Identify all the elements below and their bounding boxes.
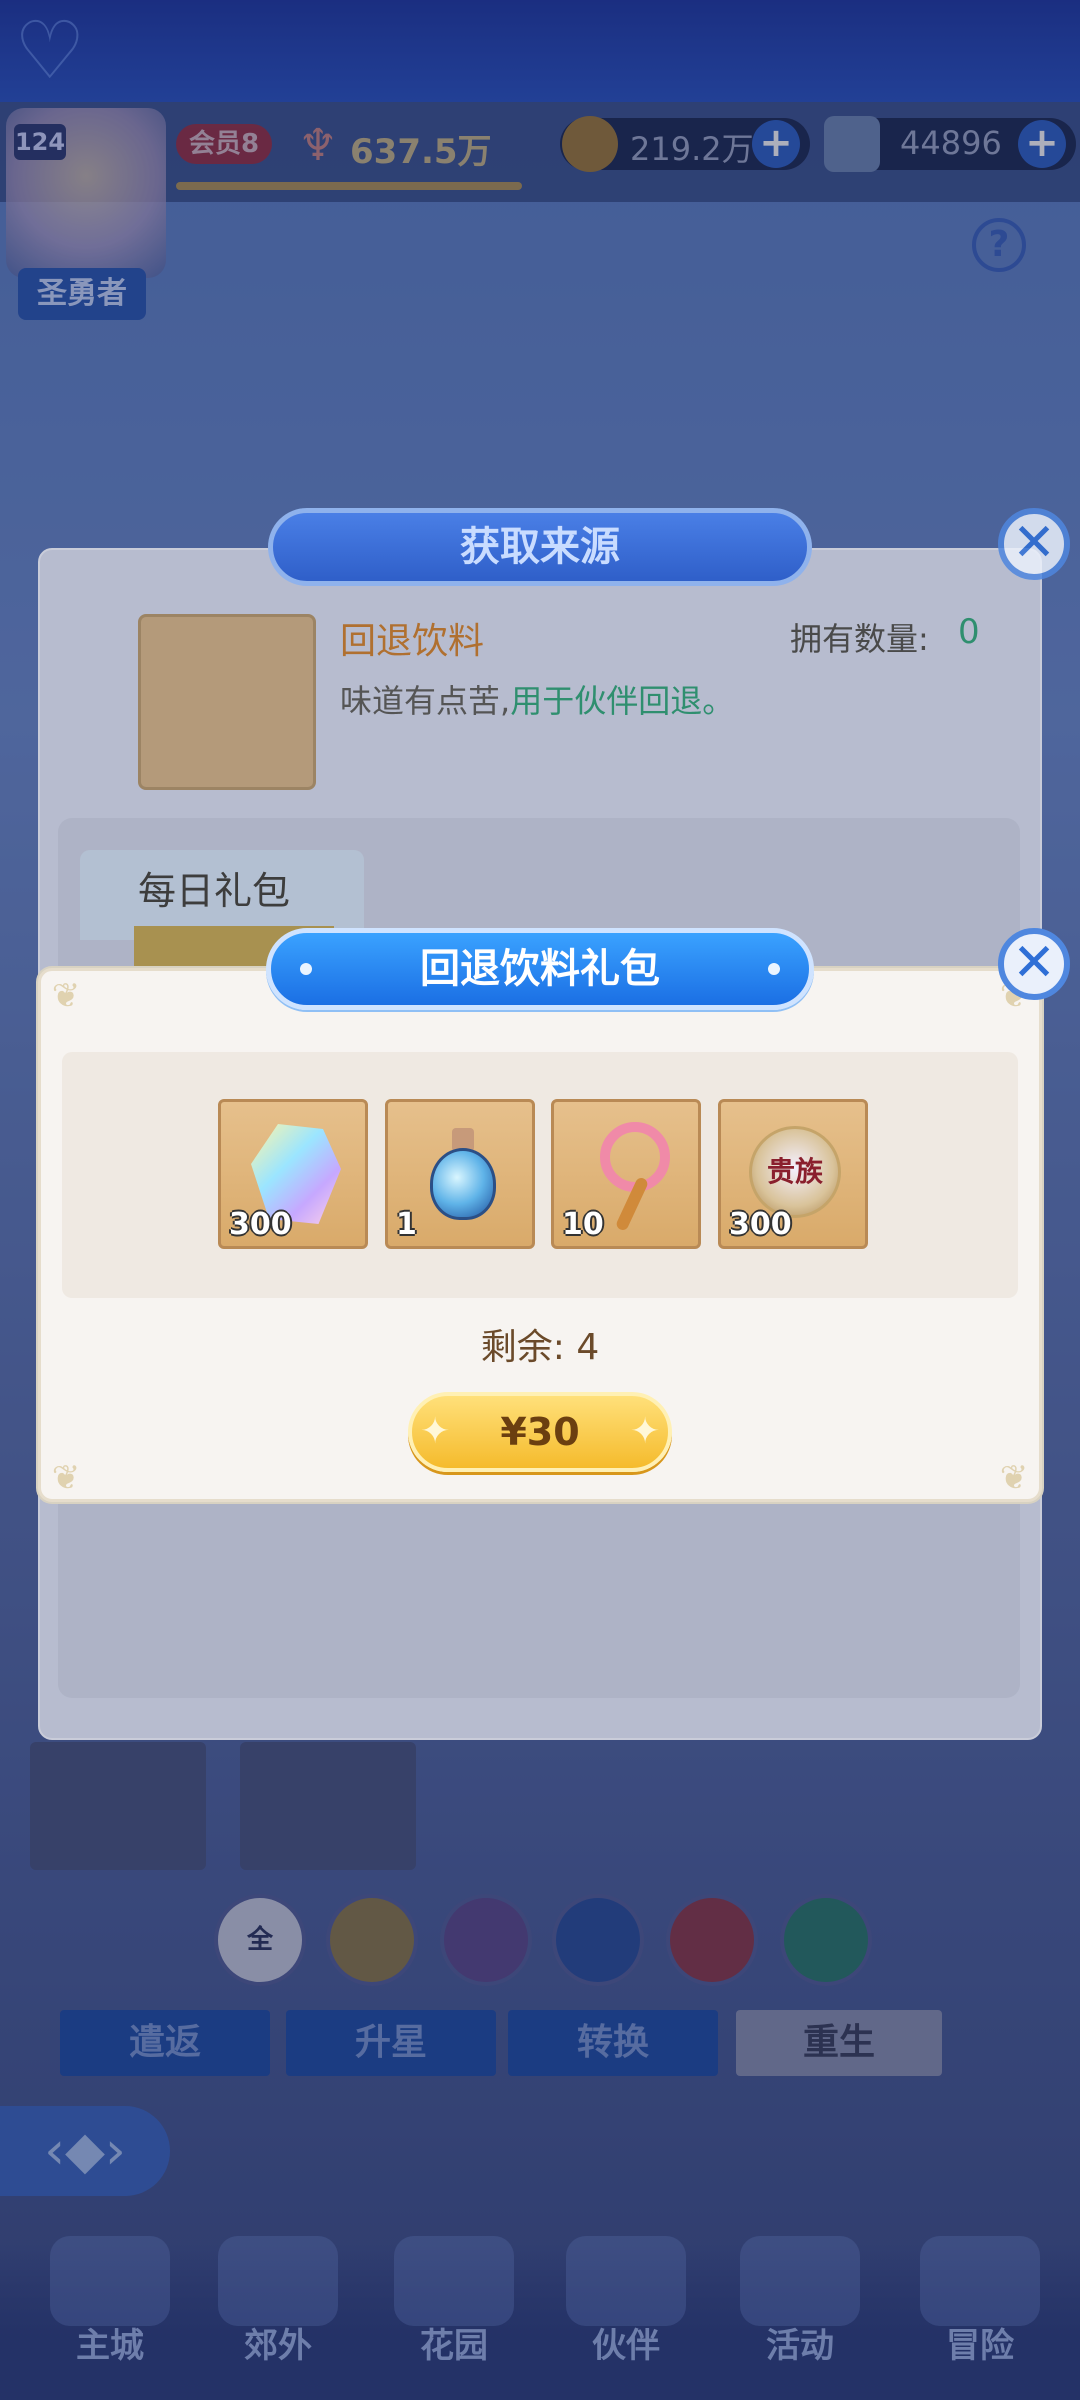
gift-dialog-title: 回退饮料礼包 bbox=[420, 946, 660, 992]
owned-count-value: 0 bbox=[958, 612, 980, 652]
gift-dialog-close-button[interactable]: ✕ bbox=[998, 928, 1070, 1000]
owned-count-label: 拥有数量: bbox=[790, 620, 929, 658]
corner-ornament-icon: ❦ bbox=[999, 1458, 1029, 1498]
buy-price-label[interactable]: ¥30 bbox=[408, 1392, 672, 1472]
reward-quantity: 10 bbox=[562, 1207, 604, 1242]
reward-item-wand[interactable]: 10 bbox=[551, 1099, 701, 1249]
item-icon-frame bbox=[138, 614, 316, 790]
daily-pack-label: 每日礼包 bbox=[138, 869, 291, 913]
remaining-value: 4 bbox=[576, 1327, 600, 1368]
remaining-count: 剩余: 4 bbox=[0, 1318, 1080, 1370]
potion-icon bbox=[430, 1128, 496, 1220]
item-description-text: 味道有点苦, bbox=[340, 682, 511, 720]
reward-panel bbox=[62, 1052, 1018, 1298]
item-name: 回退饮料 bbox=[340, 621, 485, 662]
item-description-highlight: 用于伙伴回退。 bbox=[510, 682, 735, 720]
reward-item-medal[interactable]: 贵族 300 bbox=[718, 1099, 868, 1249]
reward-quantity: 300 bbox=[729, 1207, 792, 1242]
reward-quantity: 1 bbox=[396, 1207, 417, 1242]
reward-item-potion[interactable]: 1 bbox=[385, 1099, 535, 1249]
remaining-label: 剩余: bbox=[480, 1327, 565, 1368]
corner-ornament-icon: ❦ bbox=[51, 976, 81, 1016]
corner-ornament-icon: ❦ bbox=[51, 1458, 81, 1498]
reward-quantity: 300 bbox=[229, 1207, 292, 1242]
source-dialog-title: 获取来源 bbox=[460, 524, 620, 570]
medal-badge-text: 贵族 bbox=[766, 1155, 823, 1188]
reward-item-crystal[interactable]: 300 bbox=[218, 1099, 368, 1249]
source-dialog-close-button[interactable]: ✕ bbox=[998, 508, 1070, 580]
item-description: 味道有点苦,用于伙伴回退。 bbox=[340, 676, 734, 722]
